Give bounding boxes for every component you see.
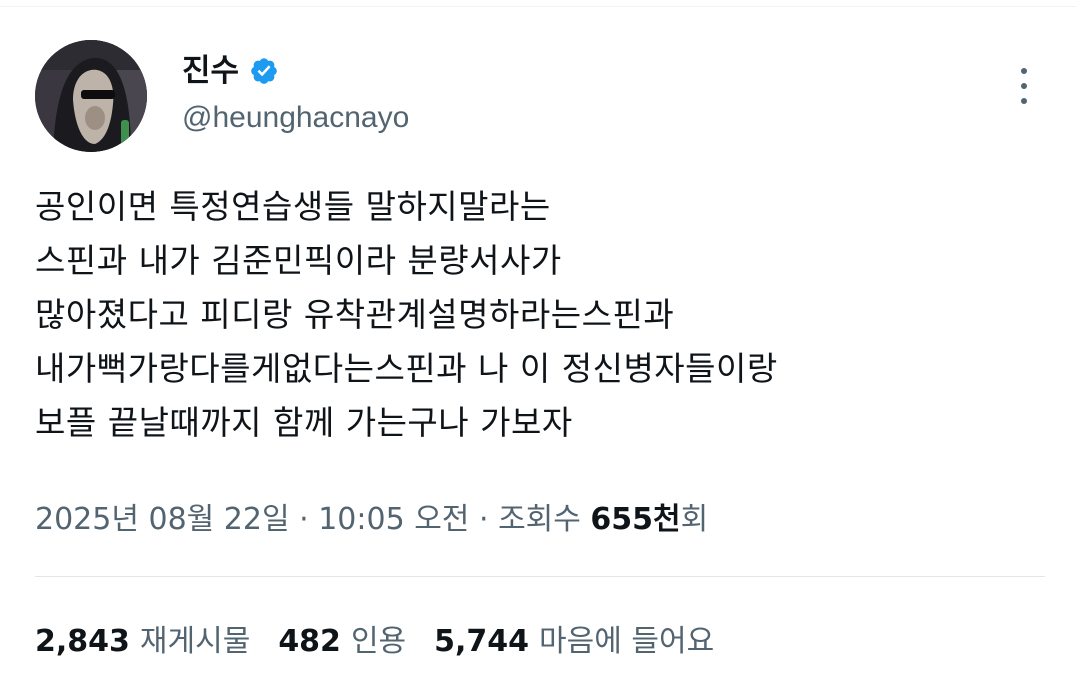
tweet-time[interactable]: 10:05 오전 bbox=[318, 502, 469, 537]
author-handle[interactable]: @heunghacnayo bbox=[182, 100, 409, 136]
likes-stat[interactable]: 5,744 마음에 들어요 bbox=[434, 622, 714, 662]
meta-separator: · bbox=[478, 502, 489, 537]
retweets-label: 재게시물 bbox=[139, 624, 251, 659]
tweet-meta: 2025년 08월 22일 · 10:05 오전 · 조회수 655천회 bbox=[35, 500, 708, 540]
top-divider bbox=[0, 6, 1076, 7]
avatar[interactable] bbox=[35, 40, 147, 152]
more-dot bbox=[1021, 83, 1027, 89]
tweet-line: 보플 끝날때까지 함께 가는구나 가보자 bbox=[35, 403, 573, 442]
tweet-line: 공인이면 특정연습생들 말하지말라는 bbox=[35, 187, 551, 226]
stats-divider bbox=[35, 576, 1045, 577]
quotes-label: 인용 bbox=[350, 624, 407, 659]
verified-badge-icon bbox=[251, 58, 277, 84]
quotes-count: 482 bbox=[278, 624, 341, 659]
tweet-line: 많아졌다고 피디랑 유착관계설명하라는스핀과 bbox=[35, 295, 675, 334]
views-suffix: 회 bbox=[680, 502, 709, 537]
meta-separator: · bbox=[299, 502, 309, 537]
engagement-stats: 2,843 재게시물 482 인용 5,744 마음에 들어요 bbox=[35, 622, 742, 662]
tweet-date[interactable]: 2025년 08월 22일 bbox=[35, 502, 290, 537]
tweet-line: 스핀과 내가 김준민픽이라 분량서사가 bbox=[35, 241, 562, 280]
likes-count: 5,744 bbox=[434, 624, 530, 659]
more-options-icon[interactable] bbox=[1010, 68, 1038, 104]
retweets-count: 2,843 bbox=[35, 624, 130, 659]
retweets-stat[interactable]: 2,843 재게시물 bbox=[35, 622, 250, 662]
quotes-stat[interactable]: 482 인용 bbox=[278, 622, 406, 662]
avatar-image bbox=[35, 40, 147, 152]
tweet-text: 공인이면 특정연습생들 말하지말라는 스핀과 내가 김준민픽이라 분량서사가 많… bbox=[35, 180, 1045, 450]
likes-label: 마음에 들어요 bbox=[539, 624, 715, 659]
more-dot bbox=[1021, 98, 1027, 104]
tweet-line: 내가뻑가랑다를게없다는스핀과 나 이 정신병자들이랑 bbox=[35, 349, 778, 388]
views-count: 655천 bbox=[590, 502, 681, 537]
author-display-name[interactable]: 진수 bbox=[182, 52, 239, 90]
views-label: 조회수 bbox=[498, 502, 581, 537]
author-name-row[interactable]: 진수 bbox=[182, 52, 279, 90]
more-dot bbox=[1021, 68, 1027, 74]
